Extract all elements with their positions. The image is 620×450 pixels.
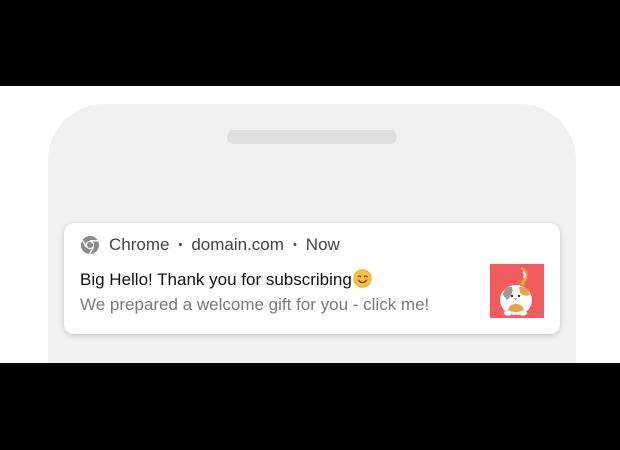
- notification-title-row: Big Hello! Thank you for subscribing: [80, 269, 372, 290]
- notification-image: [490, 264, 544, 318]
- notification-time: Now: [305, 235, 340, 254]
- preview-area: Chrome • domain.com • Now Big Hello! Tha…: [0, 86, 620, 363]
- notification-title: Big Hello! Thank you for subscribing: [80, 270, 352, 289]
- push-notification[interactable]: Chrome • domain.com • Now Big Hello! Tha…: [64, 223, 560, 334]
- header-separator: •: [178, 239, 183, 251]
- header-separator: •: [292, 239, 297, 251]
- cat-illustration-icon: [500, 267, 532, 316]
- notification-body: We prepared a welcome gift for you - cli…: [80, 295, 430, 314]
- notification-app-name: Chrome: [109, 235, 170, 254]
- phone-speaker-notch: [227, 130, 397, 144]
- notification-header: Chrome • domain.com • Now: [80, 234, 340, 256]
- notification-domain: domain.com: [191, 235, 284, 254]
- chrome-icon: [80, 235, 100, 255]
- smiling-face-emoji-icon: [353, 269, 372, 288]
